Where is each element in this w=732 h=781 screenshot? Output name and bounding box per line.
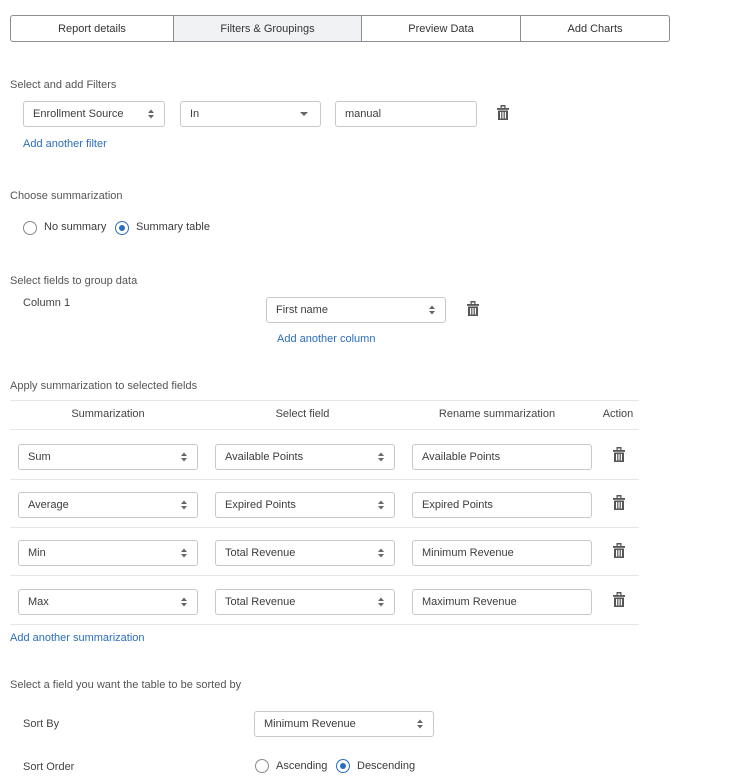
summary-rename-input[interactable]: Minimum Revenue (412, 540, 592, 566)
header-summarization: Summarization (71, 408, 145, 420)
sort-by-select[interactable]: Minimum Revenue (254, 711, 434, 737)
summary-function-select[interactable]: Average (18, 492, 198, 518)
ascending-label: Ascending (276, 760, 328, 772)
filter-field-value: Enrollment Source (33, 108, 124, 120)
row-divider (10, 479, 639, 480)
group-column-value: First name (276, 304, 328, 316)
delete-summary-trash-icon[interactable] (613, 592, 625, 607)
summary-table-radio[interactable] (115, 221, 129, 235)
filter-field-select[interactable]: Enrollment Source (23, 101, 165, 127)
sort-caret-icon (417, 720, 423, 729)
grouping-section-label: Select fields to group data (10, 275, 138, 287)
group-column-select[interactable]: First name (266, 297, 446, 323)
summary-function-value: Sum (28, 451, 51, 463)
sort-caret-icon (181, 549, 187, 558)
sort-caret-icon (378, 453, 384, 462)
sorting-section-label: Select a field you want the table to be … (10, 679, 242, 691)
ascending-radio[interactable] (255, 759, 269, 773)
summary-rename-value: Expired Points (422, 499, 493, 511)
row-divider (10, 624, 639, 625)
wizard-tabs: Report details Filters & Groupings Previ… (10, 15, 670, 42)
summary-function-select[interactable]: Sum (18, 444, 198, 470)
delete-filter-trash-icon[interactable] (497, 105, 509, 120)
summarization-choice-label: Choose summarization (10, 190, 123, 202)
summary-function-value: Max (28, 596, 49, 608)
summary-rename-input[interactable]: Maximum Revenue (412, 589, 592, 615)
sort-caret-icon (378, 549, 384, 558)
delete-summary-trash-icon[interactable] (613, 543, 625, 558)
sort-caret-icon (148, 110, 154, 119)
summary-field-select[interactable]: Expired Points (215, 492, 395, 518)
summary-field-value: Total Revenue (225, 596, 296, 608)
summary-rename-value: Minimum Revenue (422, 547, 514, 559)
filter-operator-value: In (190, 108, 200, 120)
no-summary-radio[interactable] (23, 221, 37, 235)
summary-rename-value: Available Points (422, 451, 501, 463)
summary-rename-input[interactable]: Expired Points (412, 492, 592, 518)
summary-rename-value: Maximum Revenue (422, 596, 517, 608)
summary-table-label: Summary table (136, 221, 210, 233)
sort-caret-icon (378, 598, 384, 607)
header-select-field: Select field (275, 408, 330, 420)
add-another-summarization-link[interactable]: Add another summarization (10, 632, 145, 644)
descending-label: Descending (357, 760, 416, 772)
summary-function-value: Min (28, 547, 46, 559)
summary-field-select[interactable]: Total Revenue (215, 540, 395, 566)
summary-field-value: Expired Points (225, 499, 296, 511)
sort-caret-icon (378, 501, 384, 510)
tab-add-charts[interactable]: Add Charts (521, 15, 670, 42)
filter-value-text: manual (345, 108, 382, 120)
sort-order-label: Sort Order (23, 761, 75, 773)
sort-caret-icon (181, 501, 187, 510)
summary-field-select[interactable]: Total Revenue (215, 589, 395, 615)
add-another-column-link[interactable]: Add another column (277, 333, 375, 345)
table-header-divider (10, 429, 639, 430)
summary-rename-input[interactable]: Available Points (412, 444, 592, 470)
row-divider (10, 527, 639, 528)
header-action: Action (602, 408, 634, 420)
table-top-divider (10, 400, 639, 401)
filter-operator-select[interactable]: In (180, 101, 321, 127)
summary-field-select[interactable]: Available Points (215, 444, 395, 470)
header-rename: Rename summarization (438, 408, 556, 420)
summary-function-value: Average (28, 499, 69, 511)
filters-section-label: Select and add Filters (10, 79, 117, 91)
delete-summary-trash-icon[interactable] (613, 447, 625, 462)
sort-caret-icon (429, 306, 435, 315)
sort-by-label: Sort By (23, 718, 60, 730)
add-another-filter-link[interactable]: Add another filter (23, 138, 107, 150)
sort-by-value: Minimum Revenue (264, 718, 356, 730)
row-divider (10, 575, 639, 576)
delete-column-trash-icon[interactable] (467, 301, 479, 316)
summary-field-value: Available Points (225, 451, 304, 463)
summary-function-select[interactable]: Max (18, 589, 198, 615)
tab-filters-groupings[interactable]: Filters & Groupings (174, 15, 362, 42)
summary-field-value: Total Revenue (225, 547, 296, 559)
sort-caret-icon (181, 598, 187, 607)
tab-report-details[interactable]: Report details (10, 15, 174, 42)
delete-summary-trash-icon[interactable] (613, 495, 625, 510)
filter-value-input[interactable]: manual (335, 101, 477, 127)
chevron-down-icon (300, 112, 308, 116)
summaries-section-label: Apply summarization to selected fields (10, 380, 198, 392)
summary-function-select[interactable]: Min (18, 540, 198, 566)
sort-caret-icon (181, 453, 187, 462)
tab-preview-data[interactable]: Preview Data (362, 15, 521, 42)
no-summary-label: No summary (44, 221, 107, 233)
descending-radio[interactable] (336, 759, 350, 773)
column-1-label: Column 1 (23, 297, 71, 309)
